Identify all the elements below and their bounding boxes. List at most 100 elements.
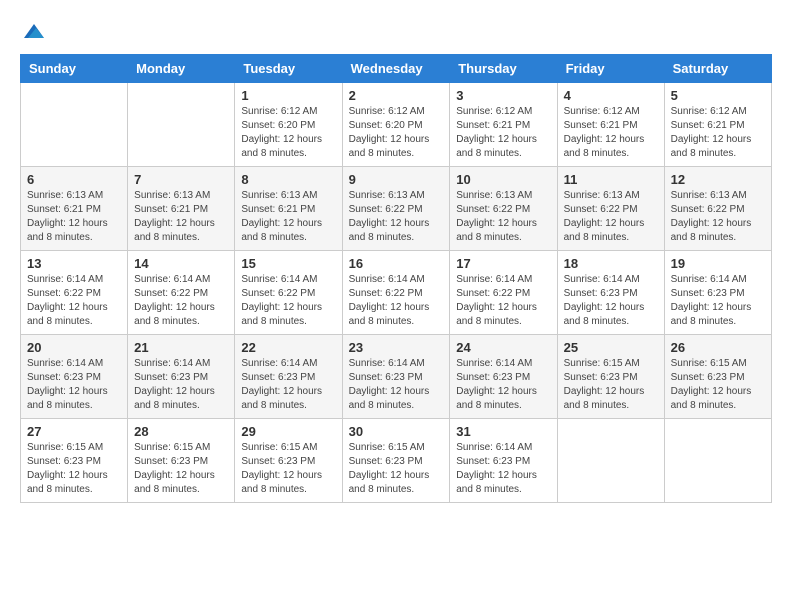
calendar-cell: 29 Sunrise: 6:15 AM Sunset: 6:23 PM Dayli… <box>235 419 342 503</box>
day-info: Sunrise: 6:12 AM Sunset: 6:21 PM Dayligh… <box>456 105 550 161</box>
day-number: 14 <box>134 256 228 271</box>
weekday-header-cell: Monday <box>128 55 235 83</box>
day-info: Sunrise: 6:14 AM Sunset: 6:23 PM Dayligh… <box>134 357 228 413</box>
day-info: Sunrise: 6:15 AM Sunset: 6:23 PM Dayligh… <box>564 357 658 413</box>
day-info: Sunrise: 6:13 AM Sunset: 6:21 PM Dayligh… <box>27 189 121 245</box>
day-number: 17 <box>456 256 550 271</box>
day-number: 3 <box>456 88 550 103</box>
day-number: 1 <box>241 88 335 103</box>
calendar-cell: 28 Sunrise: 6:15 AM Sunset: 6:23 PM Dayli… <box>128 419 235 503</box>
calendar-cell: 23Sunrise: 6:14 AM Sunset: 6:23 PM Dayli… <box>342 335 450 419</box>
day-info: Sunrise: 6:12 AM Sunset: 6:20 PM Dayligh… <box>349 105 444 161</box>
weekday-header-cell: Tuesday <box>235 55 342 83</box>
calendar-cell: 2 Sunrise: 6:12 AM Sunset: 6:20 PM Daylig… <box>342 83 450 167</box>
calendar-cell: 18 Sunrise: 6:14 AM Sunset: 6:23 PM Dayli… <box>557 251 664 335</box>
calendar-cell: 8 Sunrise: 6:13 AM Sunset: 6:21 PM Daylig… <box>235 167 342 251</box>
day-info: Sunrise: 6:15 AM Sunset: 6:23 PM Dayligh… <box>349 441 444 497</box>
day-info: Sunrise: 6:14 AM Sunset: 6:22 PM Dayligh… <box>134 273 228 329</box>
day-number: 12 <box>671 172 765 187</box>
day-info: Sunrise: 6:12 AM Sunset: 6:21 PM Dayligh… <box>564 105 658 161</box>
calendar-table: SundayMondayTuesdayWednesdayThursdayFrid… <box>20 54 772 503</box>
calendar-cell: 22 Sunrise: 6:14 AM Sunset: 6:23 PM Dayli… <box>235 335 342 419</box>
day-number: 24 <box>456 340 550 355</box>
weekday-header-cell: Saturday <box>664 55 771 83</box>
weekday-header-cell: Thursday <box>450 55 557 83</box>
day-number: 7 <box>134 172 228 187</box>
day-number: 31 <box>456 424 550 439</box>
calendar-cell: 21 Sunrise: 6:14 AM Sunset: 6:23 PM Dayli… <box>128 335 235 419</box>
calendar-cell: 13Sunrise: 6:14 AM Sunset: 6:22 PM Dayli… <box>21 251 128 335</box>
day-number: 21 <box>134 340 228 355</box>
day-info: Sunrise: 6:13 AM Sunset: 6:22 PM Dayligh… <box>456 189 550 245</box>
calendar-cell <box>557 419 664 503</box>
day-info: Sunrise: 6:13 AM Sunset: 6:22 PM Dayligh… <box>349 189 444 245</box>
day-info: Sunrise: 6:13 AM Sunset: 6:21 PM Dayligh… <box>134 189 228 245</box>
day-number: 30 <box>349 424 444 439</box>
day-info: Sunrise: 6:13 AM Sunset: 6:22 PM Dayligh… <box>671 189 765 245</box>
day-info: Sunrise: 6:14 AM Sunset: 6:23 PM Dayligh… <box>27 357 121 413</box>
weekday-header-cell: Wednesday <box>342 55 450 83</box>
calendar-cell: 6 Sunrise: 6:13 AM Sunset: 6:21 PM Daylig… <box>21 167 128 251</box>
calendar-cell: 15Sunrise: 6:14 AM Sunset: 6:22 PM Dayli… <box>235 251 342 335</box>
weekday-header-cell: Sunday <box>21 55 128 83</box>
calendar-week-row: 20Sunrise: 6:14 AM Sunset: 6:23 PM Dayli… <box>21 335 772 419</box>
calendar-cell: 26Sunrise: 6:15 AM Sunset: 6:23 PM Dayli… <box>664 335 771 419</box>
day-info: Sunrise: 6:14 AM Sunset: 6:23 PM Dayligh… <box>456 441 550 497</box>
day-info: Sunrise: 6:12 AM Sunset: 6:20 PM Dayligh… <box>241 105 335 161</box>
day-number: 9 <box>349 172 444 187</box>
logo-icon <box>22 20 46 44</box>
day-info: Sunrise: 6:14 AM Sunset: 6:22 PM Dayligh… <box>27 273 121 329</box>
calendar-cell: 20Sunrise: 6:14 AM Sunset: 6:23 PM Dayli… <box>21 335 128 419</box>
day-number: 22 <box>241 340 335 355</box>
day-info: Sunrise: 6:14 AM Sunset: 6:23 PM Dayligh… <box>564 273 658 329</box>
day-info: Sunrise: 6:13 AM Sunset: 6:22 PM Dayligh… <box>564 189 658 245</box>
day-info: Sunrise: 6:14 AM Sunset: 6:22 PM Dayligh… <box>241 273 335 329</box>
calendar-week-row: 6 Sunrise: 6:13 AM Sunset: 6:21 PM Daylig… <box>21 167 772 251</box>
calendar-cell <box>21 83 128 167</box>
logo <box>20 20 46 44</box>
calendar-cell: 27Sunrise: 6:15 AM Sunset: 6:23 PM Dayli… <box>21 419 128 503</box>
day-number: 19 <box>671 256 765 271</box>
weekday-header-cell: Friday <box>557 55 664 83</box>
calendar-cell: 1 Sunrise: 6:12 AM Sunset: 6:20 PM Daylig… <box>235 83 342 167</box>
day-info: Sunrise: 6:13 AM Sunset: 6:21 PM Dayligh… <box>241 189 335 245</box>
page-header <box>20 20 772 44</box>
calendar-cell: 24Sunrise: 6:14 AM Sunset: 6:23 PM Dayli… <box>450 335 557 419</box>
day-number: 10 <box>456 172 550 187</box>
day-info: Sunrise: 6:14 AM Sunset: 6:23 PM Dayligh… <box>241 357 335 413</box>
day-info: Sunrise: 6:12 AM Sunset: 6:21 PM Dayligh… <box>671 105 765 161</box>
calendar-cell: 4Sunrise: 6:12 AM Sunset: 6:21 PM Daylig… <box>557 83 664 167</box>
calendar-cell <box>664 419 771 503</box>
day-info: Sunrise: 6:14 AM Sunset: 6:23 PM Dayligh… <box>671 273 765 329</box>
calendar-cell: 19 Sunrise: 6:14 AM Sunset: 6:23 PM Dayli… <box>664 251 771 335</box>
day-number: 25 <box>564 340 658 355</box>
day-number: 29 <box>241 424 335 439</box>
calendar-cell: 14 Sunrise: 6:14 AM Sunset: 6:22 PM Dayli… <box>128 251 235 335</box>
calendar-cell: 7 Sunrise: 6:13 AM Sunset: 6:21 PM Daylig… <box>128 167 235 251</box>
calendar-cell: 5 Sunrise: 6:12 AM Sunset: 6:21 PM Daylig… <box>664 83 771 167</box>
day-number: 6 <box>27 172 121 187</box>
day-number: 23 <box>349 340 444 355</box>
calendar-cell: 12 Sunrise: 6:13 AM Sunset: 6:22 PM Dayli… <box>664 167 771 251</box>
calendar-cell: 11 Sunrise: 6:13 AM Sunset: 6:22 PM Dayli… <box>557 167 664 251</box>
weekday-header-row: SundayMondayTuesdayWednesdayThursdayFrid… <box>21 55 772 83</box>
calendar-cell: 16Sunrise: 6:14 AM Sunset: 6:22 PM Dayli… <box>342 251 450 335</box>
day-number: 8 <box>241 172 335 187</box>
day-number: 5 <box>671 88 765 103</box>
calendar-cell: 10 Sunrise: 6:13 AM Sunset: 6:22 PM Dayli… <box>450 167 557 251</box>
day-info: Sunrise: 6:14 AM Sunset: 6:22 PM Dayligh… <box>456 273 550 329</box>
calendar-cell: 9 Sunrise: 6:13 AM Sunset: 6:22 PM Daylig… <box>342 167 450 251</box>
day-number: 27 <box>27 424 121 439</box>
day-number: 26 <box>671 340 765 355</box>
day-info: Sunrise: 6:14 AM Sunset: 6:22 PM Dayligh… <box>349 273 444 329</box>
day-number: 18 <box>564 256 658 271</box>
day-number: 2 <box>349 88 444 103</box>
calendar-body: 1 Sunrise: 6:12 AM Sunset: 6:20 PM Daylig… <box>21 83 772 503</box>
calendar-cell: 31 Sunrise: 6:14 AM Sunset: 6:23 PM Dayli… <box>450 419 557 503</box>
day-number: 11 <box>564 172 658 187</box>
day-info: Sunrise: 6:15 AM Sunset: 6:23 PM Dayligh… <box>241 441 335 497</box>
calendar-week-row: 13Sunrise: 6:14 AM Sunset: 6:22 PM Dayli… <box>21 251 772 335</box>
calendar-cell: 17 Sunrise: 6:14 AM Sunset: 6:22 PM Dayli… <box>450 251 557 335</box>
day-number: 28 <box>134 424 228 439</box>
day-info: Sunrise: 6:15 AM Sunset: 6:23 PM Dayligh… <box>134 441 228 497</box>
